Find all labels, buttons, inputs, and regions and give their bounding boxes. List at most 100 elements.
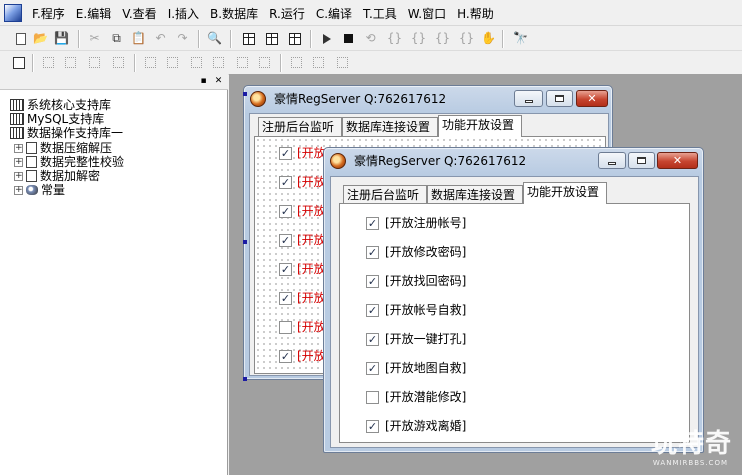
layout-table-icon[interactable] [263,30,280,47]
find-icon[interactable]: 🔭 [512,30,529,47]
maximize-button[interactable] [546,90,573,107]
checkbox-feature-2[interactable]: ✓ [279,176,292,189]
alignment-toolbar [0,51,742,75]
resize-handle[interactable] [243,377,247,381]
maximize-button[interactable] [628,152,655,169]
paste-icon[interactable]: 📋 [130,30,147,47]
support-library-panel: ▪ ✕ 系统核心支持库 MySQL支持库 数据操作支持库一 + 数据压缩解压 +… [0,74,228,475]
same-height-icon[interactable] [256,54,273,71]
align-bottom-icon[interactable] [110,54,127,71]
run-icon[interactable] [318,30,335,47]
tab-register-monitor[interactable]: 注册后台监听 [343,185,427,205]
checkbox-feature-4[interactable]: ✓ [279,234,292,247]
panel-pin-icon[interactable]: ▪ [198,76,209,87]
same-width-icon[interactable] [234,54,251,71]
checkbox-open-account-rescue[interactable]: ✓ [366,304,379,317]
checkbox-open-register[interactable]: ✓ [366,217,379,230]
step-into-icon[interactable]: ⟲ [362,30,379,47]
menu-run[interactable]: R.运行 [265,6,312,22]
checkbox-label: [开放帐号自救] [385,303,467,317]
resize-handle[interactable] [243,92,247,96]
app-window-icon [330,153,346,169]
layout-window-icon[interactable] [240,30,257,47]
tree-item-data-library[interactable]: 数据操作支持库一 [10,126,123,140]
step-out-icon[interactable]: {} [410,30,427,47]
menu-insert[interactable]: I.插入 [164,6,206,22]
menu-edit[interactable]: E.编辑 [72,6,118,22]
minimize-button[interactable] [598,152,626,169]
tree-item-constants[interactable]: + 常量 [14,183,65,197]
preview-icon[interactable]: 🔍 [206,30,223,47]
layout-list-icon[interactable] [286,30,303,47]
stretch-horizontal-icon[interactable] [288,54,305,71]
tab-feature-settings[interactable]: 功能开放设置 [438,115,522,137]
checkbox-open-potential-edit[interactable] [366,391,379,404]
toolbar-separator [280,54,282,72]
expand-plus-icon[interactable]: + [14,157,23,167]
align-top-icon[interactable] [86,54,103,71]
menu-tools[interactable]: T.工具 [359,6,404,22]
stretch-both-icon[interactable] [334,54,351,71]
checkbox-feature-8[interactable]: ✓ [279,350,292,363]
app-logo-icon[interactable] [4,4,22,22]
tab-register-monitor[interactable]: 注册后台监听 [258,117,342,137]
copy-icon[interactable]: ⧉ [108,30,125,47]
menu-view[interactable]: V.查看 [118,6,163,22]
checkbox-open-hole-punch[interactable]: ✓ [366,333,379,346]
menu-compile[interactable]: C.编译 [312,6,359,22]
step-over-icon[interactable]: {} [386,30,403,47]
checkbox-label: [开放一键打孔] [385,332,467,346]
stop-icon[interactable] [340,30,357,47]
hand-icon[interactable]: ✋ [480,30,497,47]
form-icon[interactable] [10,54,27,71]
tree-item-core-library[interactable]: 系统核心支持库 [10,98,111,112]
expand-plus-icon[interactable]: + [14,171,23,181]
space-vertical-icon[interactable] [164,54,181,71]
tree-item-mysql-library[interactable]: MySQL支持库 [10,112,104,126]
menu-program[interactable]: F.程序 [28,6,72,22]
checkbox-open-change-password[interactable]: ✓ [366,246,379,259]
resize-handle[interactable] [243,240,247,244]
center-vertical-icon[interactable] [210,54,227,71]
checkbox-feature-1[interactable]: ✓ [279,147,292,160]
undo-icon[interactable]: ↶ [152,30,169,47]
space-horizontal-icon[interactable] [142,54,159,71]
tree-item-compression[interactable]: + 数据压缩解压 [14,141,112,155]
checkbox-open-recover-password[interactable]: ✓ [366,275,379,288]
redo-icon[interactable]: ↷ [174,30,191,47]
checkbox-open-game-divorce[interactable]: ✓ [366,420,379,433]
center-horizontal-icon[interactable] [188,54,205,71]
align-center-icon[interactable] [62,54,79,71]
new-file-icon[interactable] [12,30,29,47]
menu-database[interactable]: B.数据库 [206,6,265,22]
close-button[interactable]: ✕ [657,152,698,169]
tab-feature-settings[interactable]: 功能开放设置 [523,182,607,204]
tab-db-connection[interactable]: 数据库连接设置 [342,117,438,137]
tab-db-connection[interactable]: 数据库连接设置 [427,185,523,205]
expand-plus-icon[interactable]: + [14,143,23,153]
breakpoint-icon[interactable]: {} [458,30,475,47]
minimize-button[interactable] [514,90,543,107]
menu-window[interactable]: W.窗口 [404,6,453,22]
run-to-cursor-icon[interactable]: {} [434,30,451,47]
checkbox-feature-5[interactable]: ✓ [279,263,292,276]
toolbar-separator [134,54,136,72]
panel-close-icon[interactable]: ✕ [213,76,224,87]
tree-item-encryption[interactable]: + 数据加解密 [14,169,100,183]
open-folder-icon[interactable]: 📂 [32,30,49,47]
checkbox-open-map-rescue[interactable]: ✓ [366,362,379,375]
close-button[interactable]: ✕ [576,90,608,107]
stretch-vertical-icon[interactable] [310,54,327,71]
align-left-icon[interactable] [40,54,57,71]
save-icon[interactable]: 💾 [53,30,70,47]
tree-item-integrity[interactable]: + 数据完整性校验 [14,155,124,169]
checkbox-label: [开放注册帐号] [385,216,467,230]
expand-plus-icon[interactable]: + [14,185,23,195]
checkbox-feature-6[interactable]: ✓ [279,292,292,305]
running-app-window[interactable]: 豪情RegServer Q:762617612 ✕ 注册后台监听 数据库连接设置… [323,147,704,453]
checkbox-feature-3[interactable]: ✓ [279,205,292,218]
app-client-area: 注册后台监听 数据库连接设置 功能开放设置 ✓ [开放注册帐号] ✓ [开放修改… [330,176,699,448]
checkbox-feature-7[interactable] [279,321,292,334]
menu-help[interactable]: H.帮助 [453,6,501,22]
cut-icon[interactable]: ✂ [86,30,103,47]
